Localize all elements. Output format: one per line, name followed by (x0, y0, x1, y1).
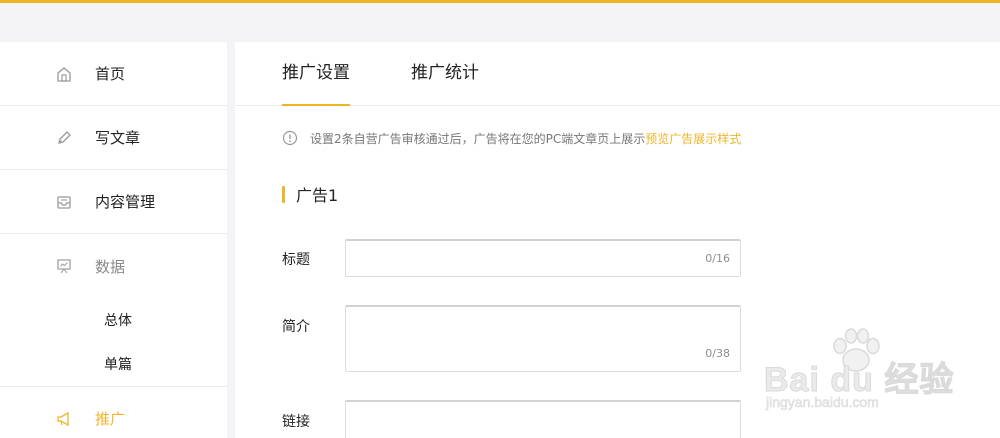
sidebar-item-label: 数据 (95, 257, 126, 276)
notice-text: 设置2条自营广告审核通过后，广告将在您的PC端文章页上展示 (310, 131, 646, 146)
pencil-icon (58, 130, 71, 144)
main-panel: 推广设置 推广统计 设置2条自营广告审核通过后，广告将在您的PC端文章页上展示预… (235, 42, 1000, 438)
home-icon (57, 66, 71, 82)
title-label: 标题 (282, 252, 310, 268)
title-char-counter: 0/16 (705, 252, 730, 265)
intro-label: 简介 (282, 319, 310, 335)
intro-textarea[interactable]: 0/38 (345, 305, 741, 372)
sidebar-item-label: 写文章 (95, 129, 141, 147)
title-input[interactable]: 0/16 (345, 239, 741, 277)
sidebar-item-label: 推广 (95, 410, 126, 428)
sidebar-item-label: 首页 (95, 65, 126, 83)
sidebar-item-data[interactable]: 数据 (0, 234, 227, 298)
section-title-text: 广告1 (296, 186, 339, 205)
sidebar-item-content-management[interactable]: 内容管理 (0, 170, 227, 234)
link-label: 链接 (282, 414, 310, 430)
tab-bar: 推广设置 推广统计 (235, 42, 1000, 106)
sidebar-subitem-single[interactable]: 单篇 (0, 342, 227, 386)
notice-bar: 设置2条自营广告审核通过后，广告将在您的PC端文章页上展示 预览广告展示样式 (282, 128, 741, 148)
section-title: 广告1 (282, 182, 338, 206)
preview-ad-style-link[interactable]: 预览广告展示样式 (645, 130, 741, 147)
sidebar-item-promotion[interactable]: 推广 (0, 387, 227, 438)
sidebar: 首页 写文章 内容管理 数据 总体 单篇 推广 (0, 42, 227, 438)
sidebar-item-write-article[interactable]: 写文章 (0, 106, 227, 170)
inbox-icon (57, 195, 71, 209)
link-input[interactable] (345, 400, 741, 438)
sidebar-item-label: 内容管理 (95, 193, 156, 211)
top-bar (0, 0, 1000, 42)
intro-char-counter: 0/38 (705, 347, 730, 360)
exclamation-circle-icon (282, 130, 298, 146)
tab-promotion-stats[interactable]: 推广统计 (411, 42, 479, 106)
tab-promotion-settings[interactable]: 推广设置 (282, 42, 350, 106)
megaphone-icon (57, 411, 69, 426)
sidebar-subitem-overall[interactable]: 总体 (0, 298, 227, 342)
sidebar-group-data: 数据 总体 单篇 (0, 234, 227, 387)
section-accent-bar (282, 185, 285, 203)
sidebar-item-home[interactable]: 首页 (0, 42, 227, 106)
presentation-chart-icon (57, 259, 71, 274)
